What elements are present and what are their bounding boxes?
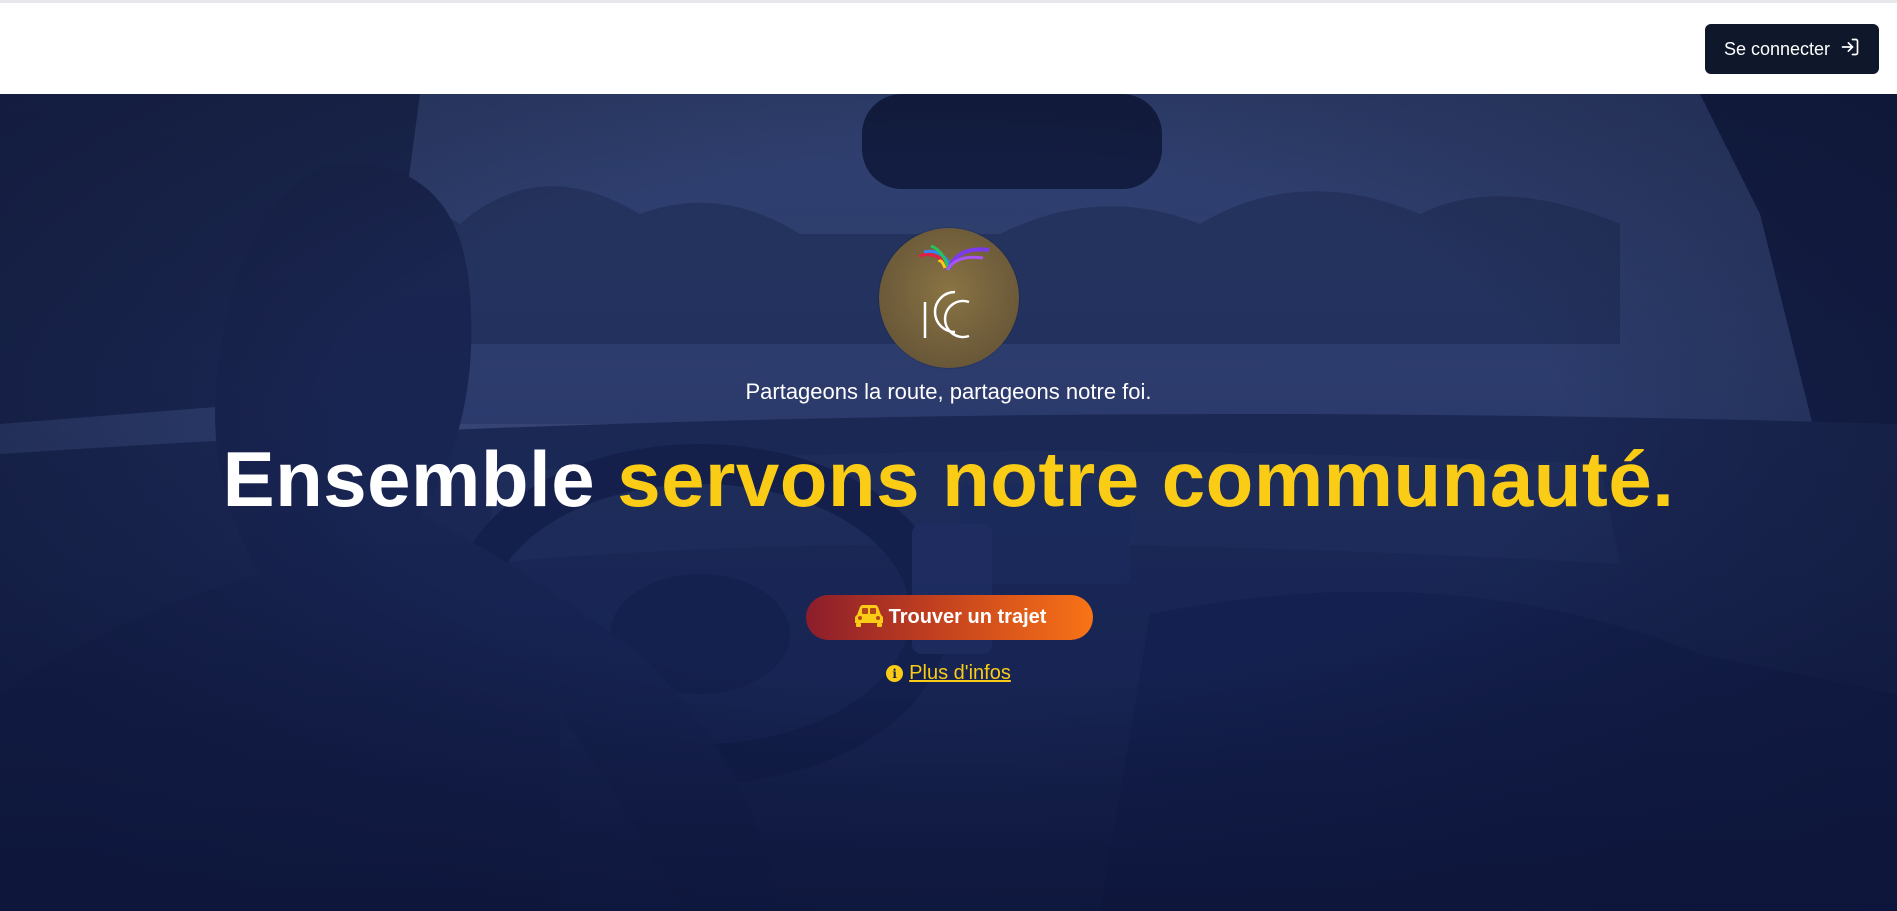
navbar: Se connecter <box>0 3 1897 94</box>
hero-section: Partageons la route, partageons notre fo… <box>0 94 1897 911</box>
community-logo <box>879 228 1019 368</box>
car-icon <box>853 602 885 634</box>
login-button-label: Se connecter <box>1723 38 1831 59</box>
log-in-icon <box>1840 37 1860 62</box>
find-trip-button[interactable]: Trouver un trajet <box>806 595 1093 640</box>
headline-yellow-part: servons notre communauté. <box>617 435 1675 523</box>
hero-headline: Ensemble servons notre communauté. <box>0 434 1897 525</box>
more-info-row: i Plus d'infos <box>0 662 1897 685</box>
hero-tagline: Partageons la route, partageons notre fo… <box>745 379 1152 404</box>
info-icon: i <box>886 665 904 682</box>
more-info-link[interactable]: Plus d'infos <box>909 662 1011 685</box>
headline-white-part: Ensemble <box>222 435 618 523</box>
login-button[interactable]: Se connecter <box>1705 24 1879 74</box>
find-trip-label: Trouver un trajet <box>888 606 1047 628</box>
icc-logo-mark <box>918 244 990 339</box>
